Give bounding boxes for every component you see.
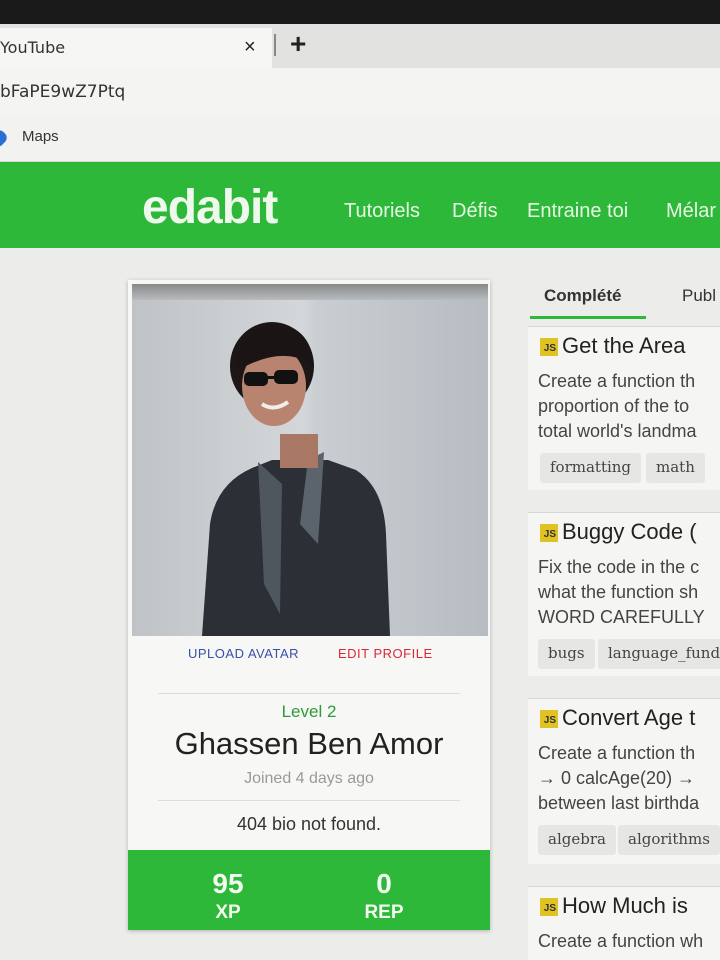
nav-challenges[interactable]: Défis — [452, 200, 498, 223]
challenge-desc-line: what the function sh — [538, 582, 699, 602]
challenge-desc-line: Fix the code in the c — [538, 557, 700, 577]
challenge-title-text: How Much is — [562, 893, 688, 918]
profile-card: UPLOAD AVATAR EDIT PROFILE Level 2 Ghass… — [128, 280, 490, 930]
challenge-title-text: Buggy Code ( — [562, 519, 697, 544]
address-bar[interactable]: bFaPE9wZ7Ptq — [0, 68, 720, 114]
tab-completed[interactable]: Complété — [544, 286, 621, 306]
tag[interactable]: algebra — [538, 825, 616, 855]
nav-tutorials[interactable]: Tutoriels — [344, 200, 420, 223]
js-badge-icon: JS — [540, 338, 558, 356]
edit-profile-link[interactable]: EDIT PROFILE — [338, 646, 433, 661]
challenge-desc-line: Create a function th — [538, 743, 696, 763]
divider — [158, 800, 460, 801]
challenge-title[interactable]: JS Get the Area — [540, 333, 686, 359]
js-badge-icon: JS — [540, 710, 558, 728]
nav-practice[interactable]: Entraine toi — [527, 200, 628, 223]
challenge-card[interactable]: JS Convert Age t Create a function th → 0… — [528, 698, 720, 864]
challenge-desc-line: WORD CAREFULLY — [538, 607, 705, 627]
stat-xp: 95 XP — [168, 868, 288, 924]
bookmark-maps[interactable]: Maps — [22, 128, 59, 145]
challenge-title[interactable]: JS Buggy Code ( — [540, 519, 697, 545]
tag[interactable]: algorithms — [618, 825, 720, 855]
url-text[interactable]: bFaPE9wZ7Ptq — [0, 82, 125, 102]
avatar — [132, 284, 488, 636]
js-badge-icon: JS — [540, 524, 558, 542]
challenge-desc-line: → 0 calcAge(20) → — [538, 768, 696, 788]
divider — [158, 693, 460, 694]
close-tab-icon[interactable]: × — [244, 36, 256, 59]
browser-tab[interactable]: YouTube × — [0, 28, 272, 68]
tag[interactable]: bugs — [538, 639, 595, 669]
tab-title: YouTube — [0, 38, 66, 57]
edabit-logo[interactable]: edabit — [142, 180, 278, 235]
stat-rep: 0 REP — [324, 868, 444, 924]
user-level: Level 2 — [281, 702, 337, 721]
tab-published[interactable]: Publ — [682, 286, 716, 306]
profile-tabs: Complété Publ — [530, 286, 720, 320]
challenge-card[interactable]: JS Get the Area Create a function th prop… — [528, 326, 720, 490]
tag[interactable]: formatting — [540, 453, 642, 483]
maps-pin-icon[interactable] — [0, 127, 10, 147]
challenge-desc-line: Create a function wh — [538, 931, 704, 951]
challenge-title-text: Get the Area — [562, 333, 686, 358]
challenge-desc-line: Create a function th — [538, 371, 696, 391]
tag[interactable]: language_funda — [598, 639, 720, 669]
avatar-actions: UPLOAD AVATAR EDIT PROFILE — [128, 644, 490, 670]
rep-value: 0 — [376, 868, 392, 899]
tab-separator — [274, 34, 276, 56]
site-header: edabit Tutoriels Défis Entraine toi Méla… — [0, 162, 720, 248]
rep-label: REP — [364, 902, 404, 923]
active-tab-indicator — [530, 316, 646, 319]
challenge-title-text: Convert Age t — [562, 705, 696, 730]
challenge-desc-line: total world's landma — [538, 421, 697, 441]
new-tab-icon[interactable]: + — [290, 28, 306, 60]
challenge-desc-line: proportion of the to — [538, 396, 690, 416]
challenge-card[interactable]: JS Buggy Code ( Fix the code in the c wha… — [528, 512, 720, 676]
nav-mix[interactable]: Mélar — [666, 200, 716, 223]
joined-date: Joined 4 days ago — [244, 770, 374, 787]
tag[interactable]: math — [646, 453, 705, 483]
js-badge-icon: JS — [540, 898, 558, 916]
challenge-desc-line: between last birthda — [538, 793, 700, 813]
upload-avatar-link[interactable]: UPLOAD AVATAR — [188, 646, 299, 661]
challenge-title[interactable]: JS Convert Age t — [540, 705, 695, 731]
challenge-title[interactable]: JS How Much is — [540, 893, 688, 919]
xp-value: 95 — [212, 868, 244, 899]
avatar-person-graphic — [202, 322, 390, 636]
user-name: Ghassen Ben Amor — [174, 726, 444, 761]
tab-bar: YouTube × + — [0, 24, 720, 68]
stats-bar: 95 XP 0 REP — [128, 850, 490, 930]
user-bio: 404 bio not found. — [236, 814, 382, 834]
challenge-card[interactable]: JS How Much is Create a function wh — [528, 886, 720, 960]
xp-label: XP — [215, 902, 241, 923]
browser-window: YouTube × + bFaPE9wZ7Ptq Maps edabit Tut… — [0, 24, 720, 960]
bookmarks-bar: Maps — [0, 114, 720, 162]
